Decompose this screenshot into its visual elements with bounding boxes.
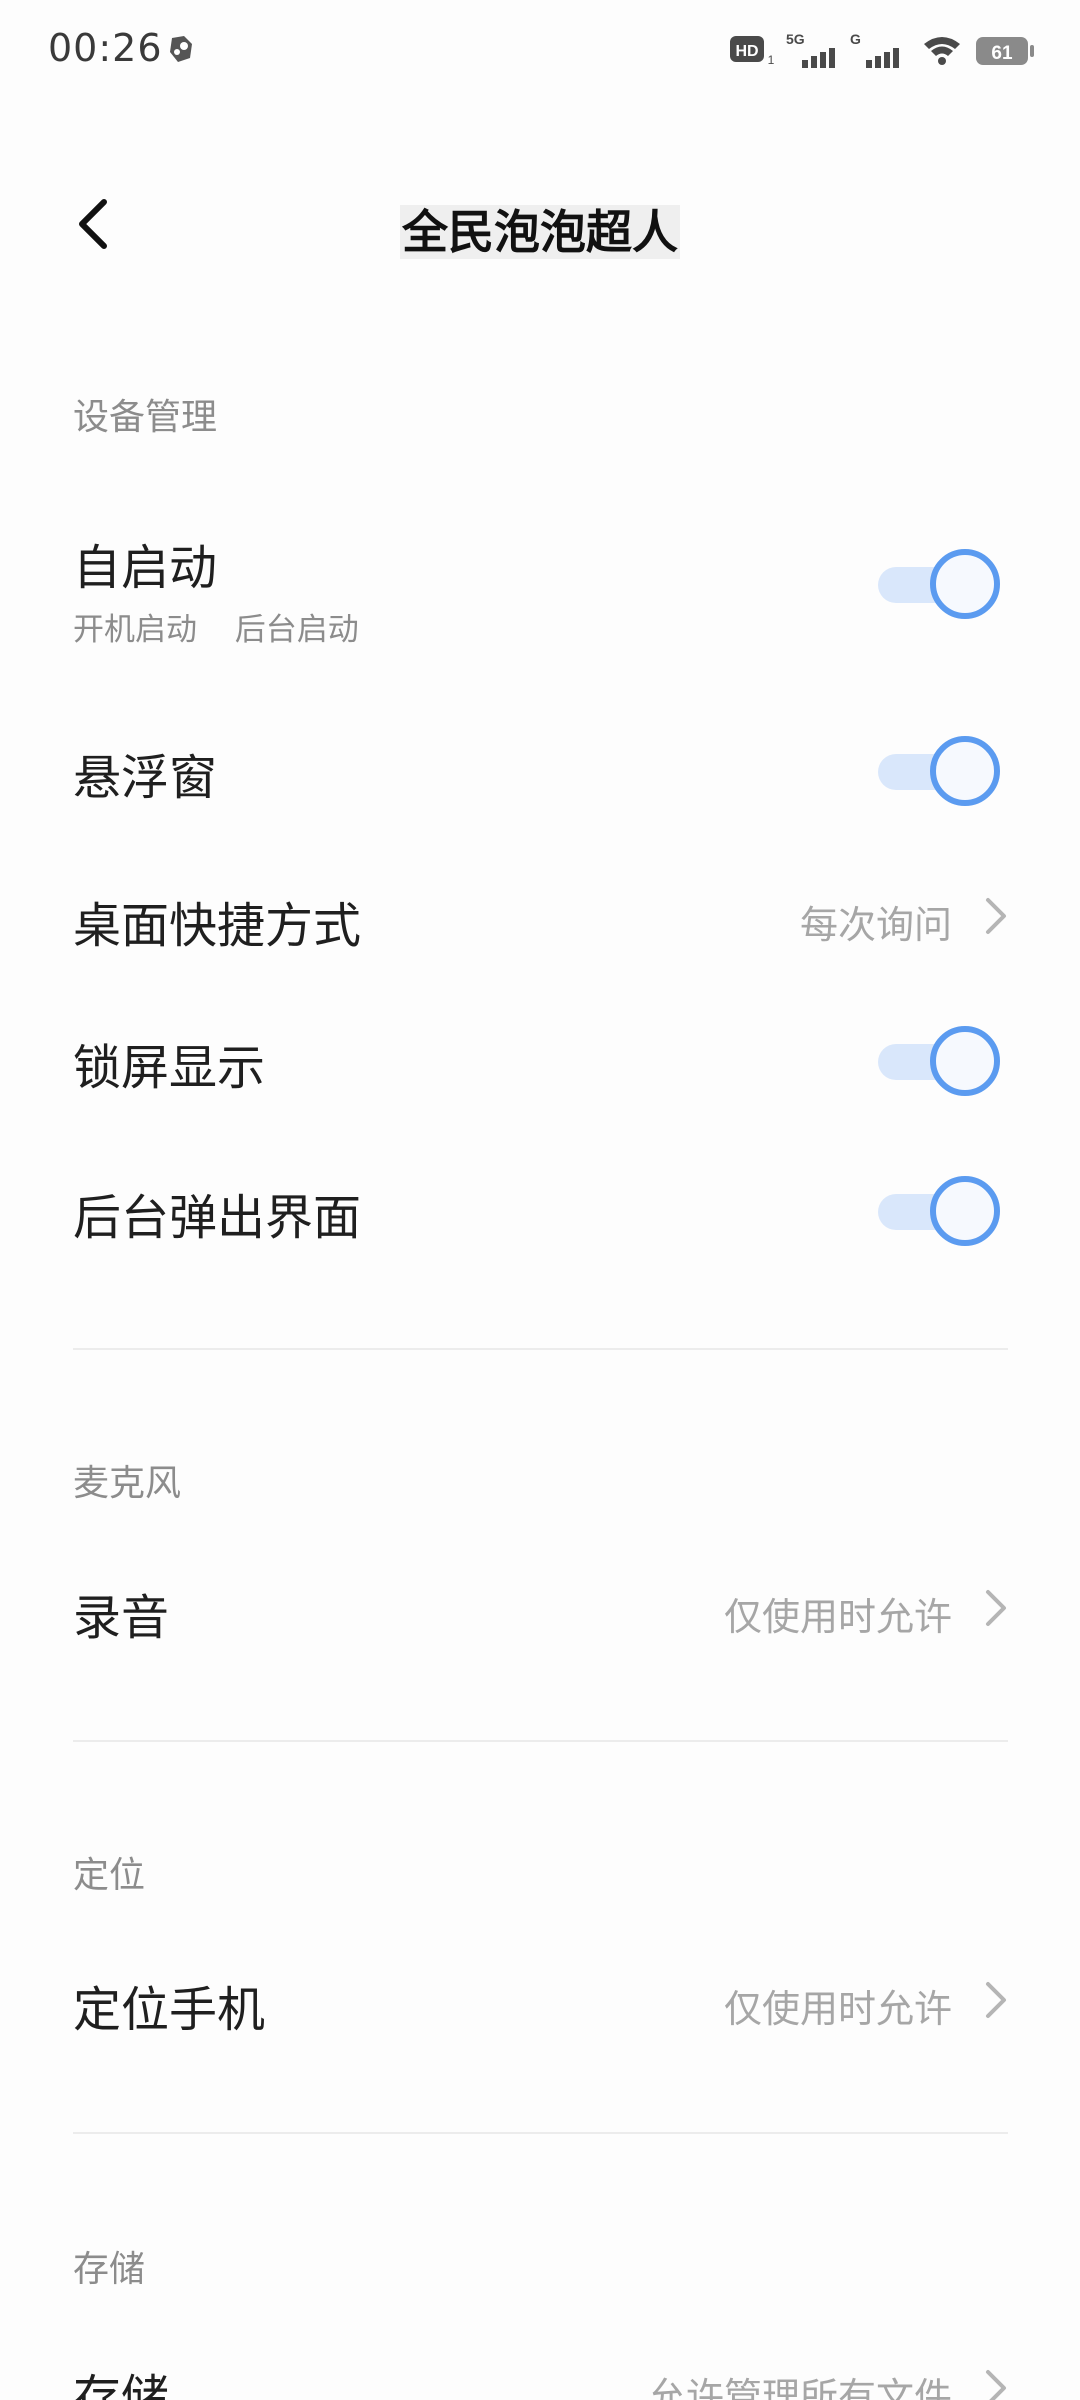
signal-g-icon: G [850, 31, 899, 68]
row-desktop-shortcut[interactable]: 桌面快捷方式 每次询问 [0, 878, 1080, 988]
row-title-storage: 存储 [73, 2370, 170, 2400]
row-autostart[interactable]: 自启动 开机启动 后台启动 [0, 520, 1080, 660]
svg-text:HD: HD [735, 43, 758, 60]
section-divider [73, 2132, 1008, 2134]
chevron-right-icon [986, 898, 1006, 934]
hd-volte-icon: HD 1 [730, 36, 775, 66]
svg-text:1: 1 [768, 53, 775, 66]
row-title-locate-phone: 定位手机 [73, 1982, 266, 2038]
section-label-microphone: 麦克风 [73, 1463, 182, 1504]
row-value-record-audio: 仅使用时允许 [723, 1595, 952, 1639]
row-floating-window[interactable]: 悬浮窗 [0, 730, 1080, 840]
lockscreen-display-toggle[interactable] [878, 1026, 1000, 1096]
status-time: 00:26 [48, 26, 163, 70]
page-title: 全民泡泡超人 [0, 196, 1080, 262]
row-record-audio[interactable]: 录音 仅使用时允许 [0, 1570, 1080, 1680]
status-icons: HD 1 5G G 61 [714, 30, 1034, 70]
row-value-desktop-shortcut: 每次询问 [799, 903, 952, 947]
page-title-text: 全民泡泡超人 [400, 205, 680, 259]
subtitle-boot-start: 开机启动 [73, 612, 197, 648]
row-background-popup[interactable]: 后台弹出界面 [0, 1170, 1080, 1280]
autostart-toggle[interactable] [878, 549, 1000, 619]
row-storage[interactable]: 存储 允许管理所有文件 [0, 2350, 1080, 2400]
subtitle-background-start: 后台启动 [234, 612, 359, 648]
battery-icon: 61 [976, 37, 1034, 65]
section-label-location: 定位 [73, 1855, 146, 1896]
section-divider [73, 1348, 1008, 1350]
row-title-background-popup: 后台弹出界面 [73, 1190, 362, 1246]
floating-window-toggle[interactable] [878, 736, 1000, 806]
chevron-right-icon [986, 2370, 1006, 2400]
row-value-storage: 允许管理所有文件 [647, 2375, 952, 2400]
row-title-autostart: 自启动 [73, 540, 218, 596]
svg-text:G: G [850, 31, 861, 47]
toggle-knob [930, 1026, 1000, 1096]
background-popup-toggle[interactable] [878, 1176, 1000, 1246]
app-permission-page: 00:26 HD 1 5G G 61 全民泡泡超人 设备管理 自启动 开机启动 … [0, 0, 1080, 2400]
svg-text:5G: 5G [786, 31, 805, 47]
section-label-device-management: 设备管理 [73, 397, 218, 438]
chevron-right-icon [986, 1590, 1006, 1626]
toggle-knob [930, 549, 1000, 619]
row-title-desktop-shortcut: 桌面快捷方式 [73, 898, 362, 954]
svg-text:61: 61 [991, 43, 1013, 64]
row-title-record-audio: 录音 [73, 1590, 170, 1646]
row-subtitle-autostart: 开机启动 后台启动 [73, 604, 359, 649]
toggle-knob [930, 736, 1000, 806]
status-bar: 00:26 HD 1 5G G 61 [0, 0, 1080, 100]
row-locate-phone[interactable]: 定位手机 仅使用时允许 [0, 1962, 1080, 2072]
toggle-knob [930, 1176, 1000, 1246]
row-lockscreen-display[interactable]: 锁屏显示 [0, 1020, 1080, 1130]
wifi-icon [924, 37, 960, 65]
row-title-floating-window: 悬浮窗 [73, 750, 218, 806]
section-label-storage: 存储 [73, 2249, 146, 2290]
row-value-locate-phone: 仅使用时允许 [723, 1987, 952, 2031]
row-title-lockscreen-display: 锁屏显示 [73, 1040, 266, 1096]
notification-app-icon [170, 36, 192, 62]
section-divider [73, 1740, 1008, 1742]
chevron-right-icon [986, 1982, 1006, 2018]
signal-5g-icon: 5G [786, 31, 835, 68]
